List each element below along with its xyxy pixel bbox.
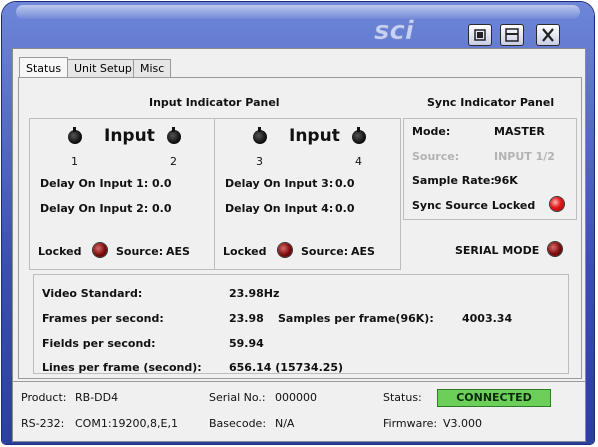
product-value: RB-DD4 bbox=[75, 391, 119, 404]
fields-label: Fields per second: bbox=[42, 337, 156, 350]
input-1-knob-icon bbox=[68, 127, 82, 144]
close-button[interactable] bbox=[536, 24, 560, 46]
status-tab-panel: Input Indicator Panel Sync Indicator Pan… bbox=[18, 77, 582, 379]
status-badge: CONNECTED bbox=[437, 389, 551, 407]
input-3-number: 3 bbox=[256, 155, 263, 168]
sample-rate-value: 96K bbox=[494, 174, 518, 187]
svg-text:sci: sci bbox=[374, 16, 415, 44]
source-label-3-4: Source: bbox=[301, 245, 349, 258]
video-standard-label: Video Standard: bbox=[42, 287, 143, 300]
tab-status[interactable]: Status bbox=[19, 57, 69, 77]
title-bar-gloss bbox=[16, 5, 580, 19]
fields-value: 59.94 bbox=[229, 337, 264, 350]
input-4-number: 4 bbox=[355, 155, 362, 168]
input-group-1-2: Input 1 2 Delay On Input 1: 0.0 Delay On… bbox=[29, 118, 216, 270]
serial-number-label: Serial No.: bbox=[209, 391, 266, 404]
delay-input-2-label: Delay On Input 2: bbox=[40, 202, 149, 215]
fps-label: Frames per second: bbox=[42, 312, 164, 325]
minimize-button[interactable] bbox=[468, 24, 492, 46]
video-standard-value: 23.98Hz bbox=[229, 287, 280, 300]
input-2-number: 2 bbox=[170, 155, 177, 168]
samples-per-frame-value: 4003.34 bbox=[462, 312, 513, 325]
delay-input-4-label: Delay On Input 4: bbox=[225, 202, 334, 215]
sample-rate-label: Sample Rate: bbox=[412, 174, 495, 187]
sync-mode-value: MASTER bbox=[494, 125, 545, 138]
video-info-group: Video Standard: 23.98Hz Frames per secon… bbox=[33, 274, 569, 374]
tab-misc[interactable]: Misc bbox=[133, 59, 172, 77]
input-3-knob-icon bbox=[253, 127, 267, 144]
locked-label-1-2: Locked bbox=[38, 245, 82, 258]
sync-locked-led-icon bbox=[550, 197, 564, 211]
sync-mode-label: Mode: bbox=[412, 125, 451, 138]
rs232-label: RS-232: bbox=[21, 417, 65, 430]
basecode-value: N/A bbox=[275, 417, 295, 430]
delay-input-3-label: Delay On Input 3: bbox=[225, 177, 334, 190]
delay-input-4-value: 0.0 bbox=[335, 202, 355, 215]
input-1-number: 1 bbox=[71, 155, 78, 168]
rs232-value: COM1:19200,8,E,1 bbox=[75, 417, 178, 430]
sync-group: Mode: MASTER Source: INPUT 1/2 Sample Ra… bbox=[403, 118, 577, 220]
basecode-label: Basecode: bbox=[209, 417, 267, 430]
source-label-1-2: Source: bbox=[116, 245, 164, 258]
tab-unit-setup[interactable]: Unit Setup bbox=[67, 59, 139, 77]
input-4-knob-icon bbox=[352, 127, 366, 144]
delay-input-1-label: Delay On Input 1: bbox=[40, 177, 149, 190]
app-window: sci Status Unit Setup Misc Input Indicat… bbox=[2, 2, 594, 444]
sync-source-value: INPUT 1/2 bbox=[494, 150, 555, 163]
locked-led-3-4-icon bbox=[278, 243, 292, 257]
locked-led-1-2-icon bbox=[93, 243, 107, 257]
sync-source-locked-label: Sync Source Locked bbox=[412, 199, 536, 212]
firmware-label: Firmware: bbox=[383, 417, 438, 430]
maximize-button[interactable] bbox=[500, 24, 524, 46]
lines-value: 656.14 (15734.25) bbox=[229, 361, 344, 374]
input-2-knob-icon bbox=[167, 127, 181, 144]
maximize-icon bbox=[505, 28, 519, 42]
delay-input-1-value: 0.0 bbox=[152, 177, 172, 190]
delay-input-3-value: 0.0 bbox=[335, 177, 355, 190]
input-group-1-2-heading: Input bbox=[104, 126, 155, 146]
samples-per-frame-label: Samples per frame(96K): bbox=[278, 312, 434, 325]
firmware-value: V3.000 bbox=[443, 417, 483, 430]
sync-panel-title: Sync Indicator Panel bbox=[427, 96, 555, 109]
title-bar[interactable]: sci bbox=[2, 2, 594, 46]
close-icon bbox=[542, 28, 554, 42]
serial-mode-label: SERIAL MODE bbox=[455, 244, 540, 257]
serial-mode-led-icon bbox=[548, 242, 562, 256]
footer-separator bbox=[13, 381, 585, 382]
source-value-3-4: AES bbox=[351, 245, 375, 258]
main-content: Status Unit Setup Misc Input Indicator P… bbox=[12, 48, 586, 442]
fps-value: 23.98 bbox=[229, 312, 264, 325]
input-panel-title: Input Indicator Panel bbox=[149, 96, 280, 109]
locked-label-3-4: Locked bbox=[223, 245, 267, 258]
source-value-1-2: AES bbox=[166, 245, 190, 258]
product-label: Product: bbox=[21, 391, 67, 404]
input-group-3-4: Input 3 4 Delay On Input 3: 0.0 Delay On… bbox=[214, 118, 401, 270]
sync-source-label: Source: bbox=[412, 150, 460, 163]
minimize-icon bbox=[474, 29, 486, 41]
input-group-3-4-heading: Input bbox=[289, 126, 340, 146]
status-label: Status: bbox=[383, 391, 422, 404]
serial-number-value: 000000 bbox=[275, 391, 317, 404]
sci-logo: sci bbox=[374, 16, 415, 44]
delay-input-2-value: 0.0 bbox=[152, 202, 172, 215]
lines-label: Lines per frame (second): bbox=[42, 361, 202, 374]
